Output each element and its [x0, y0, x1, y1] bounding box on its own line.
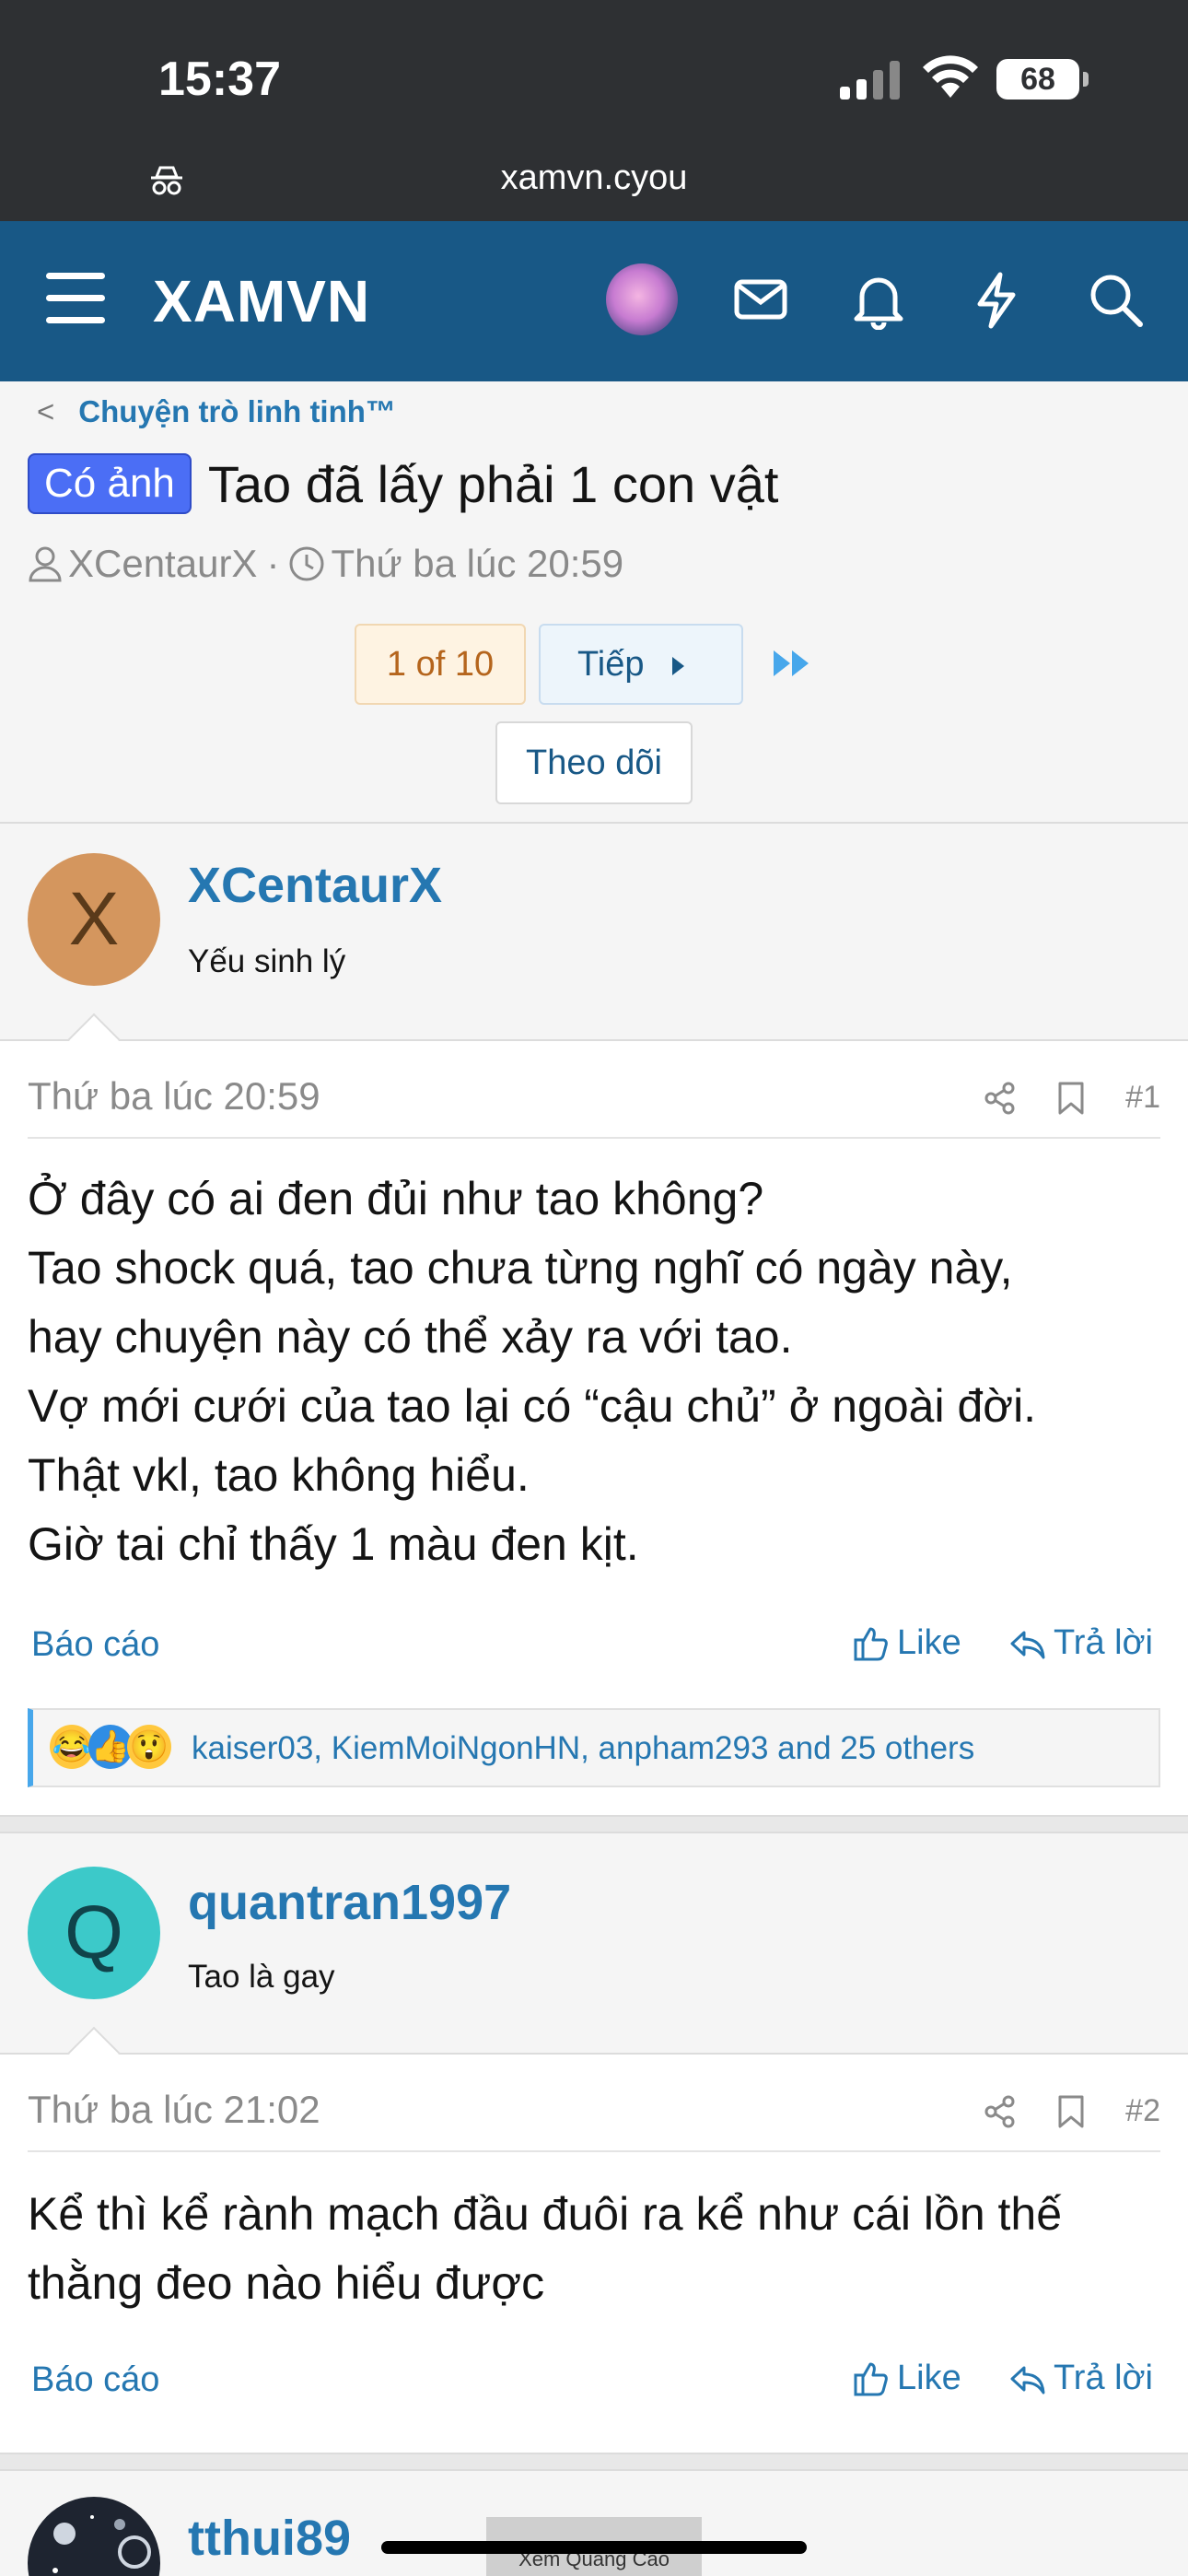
- post-username[interactable]: tthui89: [188, 2510, 351, 2567]
- thread-meta: XCentaurX · Thứ ba lúc 20:59: [28, 542, 623, 586]
- url-text[interactable]: xamvn.cyou: [0, 158, 1188, 198]
- page-selector[interactable]: 1 of 10: [355, 624, 526, 705]
- breadcrumb[interactable]: < Chuyện trò linh tinh™: [37, 394, 396, 429]
- next-page-label: Tiếp: [577, 645, 645, 684]
- battery-indicator: 68: [996, 59, 1079, 100]
- user-title: Tao là gay: [188, 1959, 335, 1995]
- post-username[interactable]: quantran1997: [188, 1874, 511, 1931]
- thumbs-up-icon: [854, 1627, 888, 1660]
- bolt-icon[interactable]: [971, 271, 1022, 330]
- reply-label: Trả lời: [1054, 1623, 1153, 1662]
- thumbs-up-icon: [854, 2362, 888, 2395]
- meta-separator: ·: [266, 542, 280, 585]
- message-line: Tao shock quá, tao chưa từng nghĩ có ngà…: [28, 1242, 1013, 1294]
- post-message: Kể thì kể rành mạch đầu đuôi ra kể như c…: [28, 2180, 1062, 2318]
- mail-icon[interactable]: [733, 271, 788, 326]
- avatar[interactable]: X: [28, 853, 160, 986]
- next-page-button[interactable]: Tiếp: [539, 624, 743, 705]
- space-avatar-image: [52, 2515, 151, 2573]
- report-label: Báo cáo: [31, 1625, 160, 1664]
- reply-button[interactable]: Trả lời: [1009, 1623, 1153, 1663]
- avatar[interactable]: Q: [28, 1867, 160, 1999]
- report-label: Báo cáo: [31, 2360, 160, 2399]
- post-tools: #2: [984, 2093, 1160, 2129]
- message-line: Kể thì kể rành mạch đầu đuôi ra kể như c…: [28, 2188, 1063, 2240]
- user-icon: [29, 546, 62, 582]
- post-body: Thứ ba lúc 21:02 #2 Kể thì kể rành mạch …: [0, 2026, 1188, 2453]
- avatar[interactable]: [28, 2497, 160, 2576]
- share-icon[interactable]: [984, 1082, 1017, 1115]
- message-line: Thật vkl, tao không hiểu.: [28, 1449, 530, 1501]
- reply-icon: [1010, 2366, 1045, 2394]
- page-title: Tao đã lấy phải 1 con vật: [207, 454, 779, 513]
- caret-right-icon: [672, 657, 684, 675]
- user-title: Yếu sinh lý: [188, 943, 346, 979]
- share-icon[interactable]: [984, 2095, 1017, 2128]
- laugh-emoji-icon: 😂: [50, 1725, 94, 1769]
- post-username[interactable]: XCentaurX: [188, 857, 442, 914]
- status-bar: 15:37 68: [0, 0, 1188, 138]
- watch-thread-button[interactable]: Theo dõi: [495, 721, 693, 804]
- post-user-block: X XCentaurX Yếu sinh lý: [0, 824, 1188, 1041]
- post-body: Thứ ba lúc 20:59 #1 Ở đây có ai đen đủi …: [0, 1013, 1188, 1815]
- reactions-bar[interactable]: 😂 👍 😲 kaiser03, KiemMoiNgonHN, anpham293…: [28, 1708, 1160, 1787]
- menu-icon[interactable]: [46, 273, 105, 328]
- post-number[interactable]: #1: [1125, 1080, 1160, 1116]
- thread-author[interactable]: XCentaurX: [68, 542, 257, 586]
- chevron-left-icon: <: [37, 394, 55, 428]
- search-icon[interactable]: [1087, 271, 1146, 330]
- reply-button[interactable]: Trả lời: [1009, 2359, 1153, 2398]
- post-user-block: Q quantran1997 Tao là gay: [0, 1837, 1188, 2055]
- reply-label: Trả lời: [1054, 2359, 1153, 2397]
- breadcrumb-forum[interactable]: Chuyện trò linh tinh™: [78, 394, 396, 428]
- message-line: hay chuyện này có thể xảy ra với tao.: [28, 1311, 793, 1363]
- last-page-icon[interactable]: [772, 647, 814, 680]
- divider: [28, 2150, 1160, 2152]
- thread-prefix-badge[interactable]: Có ảnh: [28, 453, 192, 514]
- message-line: Vợ mới cưới của tao lại có “cậu chủ” ở n…: [28, 1380, 1037, 1432]
- reaction-users[interactable]: kaiser03, KiemMoiNgonHN, anpham293 and 2…: [192, 1730, 974, 1767]
- wifi-icon: [923, 55, 978, 98]
- bell-icon[interactable]: [851, 271, 906, 330]
- post-separator: [0, 1815, 1188, 1833]
- post-tools: #1: [984, 1080, 1160, 1116]
- divider: [28, 1137, 1160, 1139]
- post-date[interactable]: Thứ ba lúc 21:02: [28, 2088, 320, 2132]
- like-label: Like: [897, 2359, 961, 2397]
- report-link[interactable]: Báo cáo: [31, 2360, 159, 2400]
- battery-nub: [1083, 72, 1089, 87]
- report-link[interactable]: Báo cáo: [31, 1625, 159, 1665]
- reaction-emojis: 😂 👍 😲: [50, 1725, 171, 1769]
- post-date[interactable]: Thứ ba lúc 20:59: [28, 1074, 320, 1118]
- home-indicator[interactable]: [381, 2541, 807, 2554]
- bookmark-icon[interactable]: [1057, 1081, 1085, 1116]
- post-message: Ở đây có ai đen đủi như tao không? Tao s…: [28, 1165, 1036, 1579]
- reply-icon: [1010, 1631, 1045, 1658]
- status-time: 15:37: [158, 53, 281, 106]
- signal-icon: [840, 61, 900, 100]
- like-emoji-icon: 👍: [88, 1725, 133, 1769]
- like-label: Like: [897, 1623, 961, 1662]
- message-line: thằng đeo nào hiểu được: [28, 2257, 545, 2309]
- thread-header: Có ảnh Tao đã lấy phải 1 con vật: [28, 453, 778, 514]
- post-number[interactable]: #2: [1125, 2093, 1160, 2129]
- site-logo[interactable]: XAMVN: [153, 267, 370, 335]
- message-line: Giờ tai chỉ thấy 1 màu đen kịt.: [28, 1518, 639, 1570]
- message-line: Ở đây có ai đen đủi như tao không?: [28, 1173, 764, 1224]
- like-button[interactable]: Like: [853, 2359, 961, 2398]
- post-separator: [0, 2453, 1188, 2471]
- clock-icon: [289, 546, 324, 581]
- wow-emoji-icon: 😲: [127, 1725, 171, 1769]
- site-header: XAMVN: [0, 221, 1188, 381]
- thread-date[interactable]: Thứ ba lúc 20:59: [331, 542, 623, 586]
- like-button[interactable]: Like: [853, 1623, 961, 1663]
- browser-url-bar[interactable]: xamvn.cyou: [0, 138, 1188, 221]
- avatar[interactable]: [606, 263, 678, 335]
- bookmark-icon[interactable]: [1057, 2094, 1085, 2129]
